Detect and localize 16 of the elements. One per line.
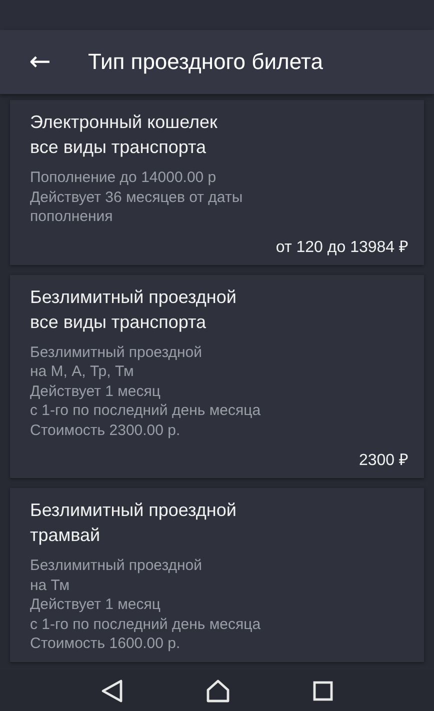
- ticket-card[interactable]: Безлимитный проездной трамвай Безлимитный проездной на Тм Действует 1 месяц с 1-го по последний день месяца Стоимость 1600.00 р.: [10, 488, 424, 662]
- ticket-title: Электронный кошелек все виды транспорта: [30, 111, 218, 159]
- ticket-title: Безлимитный проездной трамвай: [30, 499, 236, 547]
- ticket-card[interactable]: Безлимитный проездной все виды транспорта Безлимитный проездной на М, А, Тр, Тм Действует 1 месяц с 1-го по последний день месяца Стоимость 2300.00 р. 2300 ₽: [10, 274, 424, 478]
- home-icon[interactable]: [206, 679, 230, 703]
- screen-title: Тип проездного билета: [88, 49, 323, 75]
- ticket-price: от 120 до 13984 ₽: [276, 238, 408, 256]
- ticket-description: Безлимитный проездной на М, А, Тр, Тм Действует 1 месяц с 1-го по последний день месяца Стоимость 2300.00 р.: [30, 342, 261, 440]
- ticket-price: 2300 ₽: [358, 451, 408, 470]
- recents-icon[interactable]: [312, 681, 333, 701]
- back-button[interactable]: ←: [26, 49, 54, 75]
- ticket-description: Пополнение до 14000.00 р Действует 36 месяцев от даты пополнения: [30, 168, 243, 226]
- ticket-card[interactable]: Электронный кошелек все виды транспорта Пополнение до 14000.00 р Действует 36 месяцев от даты пополнения от 120 до 13984 ₽: [10, 100, 424, 264]
- back-icon[interactable]: [101, 679, 124, 703]
- ticket-description: Безлимитный проездной на Тм Действует 1 месяц с 1-го по последний день месяца Стоимость 1600.00 р.: [30, 556, 261, 654]
- ticket-title: Безлимитный проездной все виды транспорта: [30, 286, 236, 334]
